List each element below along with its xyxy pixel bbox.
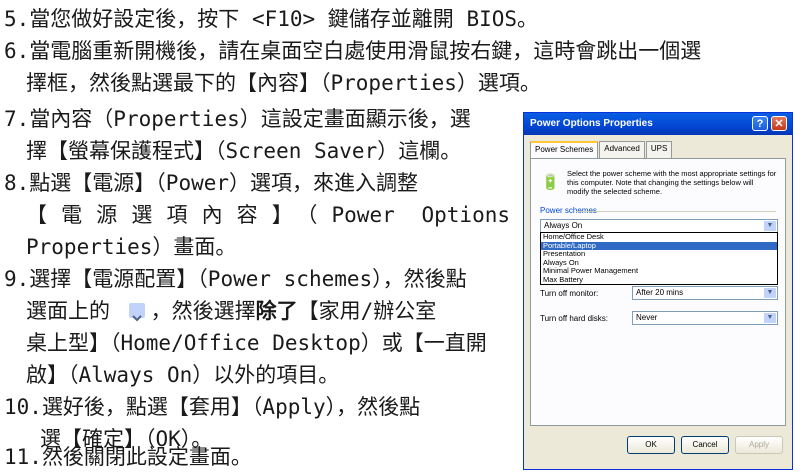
step-text: 選擇【電源配置】（Power schemes），然後點 <box>29 267 467 291</box>
step-8-line-2: 【電源選項內容】（Power Options <box>26 199 510 231</box>
step-text: 桌上型】（Home/Office Desktop）或【一直開 <box>26 331 487 355</box>
hard-disks-select[interactable]: Never ▼ <box>632 311 778 325</box>
step-number: 9. <box>4 267 30 291</box>
step-number: 8. <box>4 171 30 195</box>
step-6: 6.當電腦重新開機後，請在桌面空白處使用滑鼠按右鍵，這時會跳出一個選 <box>4 35 701 67</box>
step-7: 7.當內容（Properties）這設定畫面顯示後，選 <box>4 103 471 135</box>
selected-scheme: Always On <box>544 221 583 230</box>
monitor-label: Turn off monitor: <box>540 289 599 298</box>
step-9-line-4: 啟】（Always On）以外的項目。 <box>26 359 339 391</box>
step-text: 【電源選項內容】（Power Options <box>26 203 510 227</box>
step-10: 10.選好後，點選【套用】（Apply），然後點 <box>4 391 420 423</box>
step-number: 5. <box>4 7 30 31</box>
step-9-line-3: 桌上型】（Home/Office Desktop）或【一直開 <box>26 327 487 359</box>
step-8: 8.點選【電源】（Power）選項，來進入調整 <box>4 167 418 199</box>
tab-ups[interactable]: UPS <box>645 141 673 158</box>
emphasis-text: 除了 <box>255 299 298 323</box>
step-6-line-2: 擇框，然後點選最下的【內容】（Properties）選項。 <box>26 67 541 99</box>
step-text: 選面上的 <box>26 299 110 323</box>
chevron-down-icon[interactable]: ▼ <box>764 288 776 298</box>
step-text: 當您做好設定後，按下 <F10> 鍵儲存並離開 BIOS。 <box>29 7 539 31</box>
close-button[interactable]: ✕ <box>771 116 787 131</box>
step-text: 擇框，然後點選最下的【內容】（Properties）選項。 <box>26 71 541 95</box>
step-text: 啟】（Always On）以外的項目。 <box>26 363 340 387</box>
ok-button[interactable]: OK <box>627 436 675 454</box>
dialog-titlebar: Power Options Properties ? ✕ <box>524 113 792 135</box>
help-button[interactable]: ? <box>752 116 768 131</box>
step-5: 5.當您做好設定後，按下 <F10> 鍵儲存並離開 BIOS。 <box>4 3 538 35</box>
step-text: Properties）畫面。 <box>26 235 237 259</box>
step-number: 6. <box>4 39 30 63</box>
step-number: 10. <box>4 395 42 419</box>
list-item[interactable]: Max Battery <box>541 275 777 285</box>
step-text: 當內容（Properties）這設定畫面顯示後，選 <box>29 107 471 131</box>
step-9: 9.選擇【電源配置】（Power schemes），然後點 <box>4 263 467 295</box>
tab-panel: 🔋 Select the power scheme with the most … <box>530 158 786 426</box>
hard-disks-label: Turn off hard disks: <box>540 314 609 323</box>
step-11: 11.然後關閉此設定畫面。 <box>4 441 252 473</box>
step-8-line-3: Properties）畫面。 <box>26 231 236 263</box>
step-text: 【家用/辦公室 <box>297 299 437 323</box>
power-scheme-icon: 🔋 <box>541 174 560 191</box>
step-number: 7. <box>4 107 30 131</box>
power-scheme-list: Home/Office Desk Portable/Laptop Present… <box>540 232 778 285</box>
step-text: ，然後選擇 <box>150 299 256 323</box>
power-options-dialog: Power Options Properties ? ✕ Power Schem… <box>523 112 793 470</box>
apply-button[interactable]: Apply <box>735 436 783 454</box>
hard-disks-value: Never <box>636 313 658 322</box>
cancel-button[interactable]: Cancel <box>681 436 729 454</box>
chevron-down-icon <box>128 302 145 321</box>
dialog-title: Power Options Properties <box>530 118 653 129</box>
tab-advanced[interactable]: Advanced <box>599 141 645 158</box>
step-text: 擇【螢幕保護程式】（Screen Saver）這欄。 <box>26 139 462 163</box>
power-scheme-select[interactable]: Always On ▼ <box>540 219 778 233</box>
group-divider <box>576 211 776 212</box>
step-text: 選好後，點選【套用】（Apply），然後點 <box>41 395 421 419</box>
monitor-value: After 20 mins <box>636 288 684 297</box>
step-7-line-2: 擇【螢幕保護程式】（Screen Saver）這欄。 <box>26 135 461 167</box>
step-9-line-2: 選面上的 ，然後選擇除了【家用/辦公室 <box>26 295 436 327</box>
step-text: 點選【電源】（Power）選項，來進入調整 <box>29 171 419 195</box>
step-text: 當電腦重新開機後，請在桌面空白處使用滑鼠按右鍵，這時會跳出一個選 <box>29 39 702 63</box>
step-number: 11. <box>4 445 42 469</box>
dialog-description: Select the power scheme with the most ap… <box>567 169 777 196</box>
monitor-select[interactable]: After 20 mins ▼ <box>632 286 778 300</box>
step-text: 然後關閉此設定畫面。 <box>41 445 252 469</box>
chevron-down-icon[interactable]: ▼ <box>764 221 776 231</box>
chevron-down-icon[interactable]: ▼ <box>764 313 776 323</box>
